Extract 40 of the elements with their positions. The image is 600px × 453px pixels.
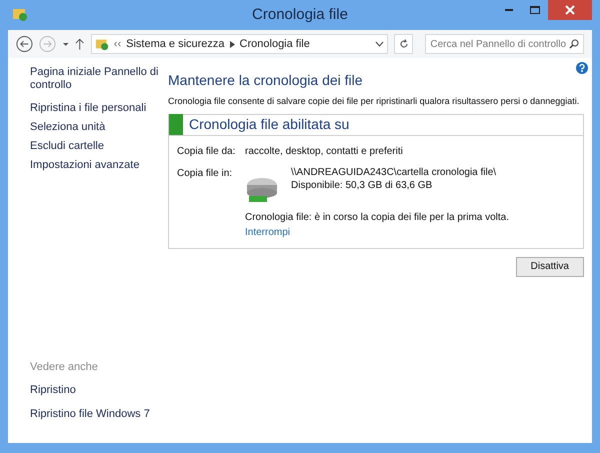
- chevron-down-icon[interactable]: [375, 41, 384, 47]
- sidebar-link[interactable]: Ripristino file Windows 7: [30, 406, 168, 422]
- sidebar-link[interactable]: Impostazioni avanzate: [30, 159, 160, 172]
- address-bar[interactable]: ‹‹ Sistema e sicurezza Cronologia file: [90, 34, 388, 54]
- drive-space: Disponibile: 50,3 GB di 63,6 GB: [291, 178, 434, 192]
- chevron-icon: [230, 40, 235, 48]
- refresh-button[interactable]: [394, 34, 414, 54]
- up-arrow-icon[interactable]: [75, 38, 85, 50]
- progress-text: Cronologia file: è in corso la copia dei file per la prima volta.: [245, 210, 510, 224]
- sidebar-link[interactable]: Ripristino: [30, 382, 168, 398]
- sidebar-link[interactable]: Escludi cartelle: [30, 140, 160, 153]
- search-field[interactable]: Cerca nel Pannello di controllo: [425, 34, 584, 54]
- drive-path: \\ANDREAGUIDA243C\cartella cronologia file\: [291, 166, 496, 178]
- sidebar-link[interactable]: Ripristina i file personali: [30, 102, 160, 115]
- field-label: Copia file in:: [177, 166, 234, 180]
- breadcrumb-item[interactable]: Sistema e sicurezza: [126, 36, 225, 52]
- field-label: Copia file da:: [177, 144, 236, 158]
- search-icon: [569, 39, 579, 49]
- folder-icon: [94, 37, 109, 51]
- help-icon[interactable]: [576, 62, 588, 74]
- field-value: raccolte, desktop, contatti e preferiti: [245, 144, 403, 158]
- page-title: Mantenere la cronologia dei file: [168, 71, 364, 90]
- close-icon: [565, 5, 575, 15]
- see-also-heading: Vedere anche: [30, 360, 99, 374]
- refresh-icon: [398, 39, 409, 49]
- status-indicator: [169, 114, 183, 135]
- window-title: Cronologia file: [252, 4, 348, 25]
- breadcrumb-overflow[interactable]: ‹‹: [114, 36, 122, 52]
- panel-heading: Cronologia file abilitata su: [189, 115, 350, 134]
- breadcrumb-item[interactable]: Cronologia file: [240, 36, 310, 52]
- disable-button[interactable]: Disattiva: [516, 256, 584, 276]
- sidebar-link[interactable]: Seleziona unità: [30, 121, 160, 134]
- description: Cronologia file consente di salvare copie dei file per ripristinarli qualora risultassero persi o danneggiati.: [168, 95, 580, 108]
- close-button[interactable]: [548, 0, 592, 20]
- folder-icon: [12, 6, 28, 22]
- drive-icon: [245, 176, 279, 204]
- sidebar-link[interactable]: Pagina iniziale Pannello di controllo: [30, 66, 160, 92]
- dropdown-icon[interactable]: [62, 40, 70, 48]
- back-icon[interactable]: [16, 35, 33, 53]
- stop-link[interactable]: Interrompi: [245, 224, 290, 240]
